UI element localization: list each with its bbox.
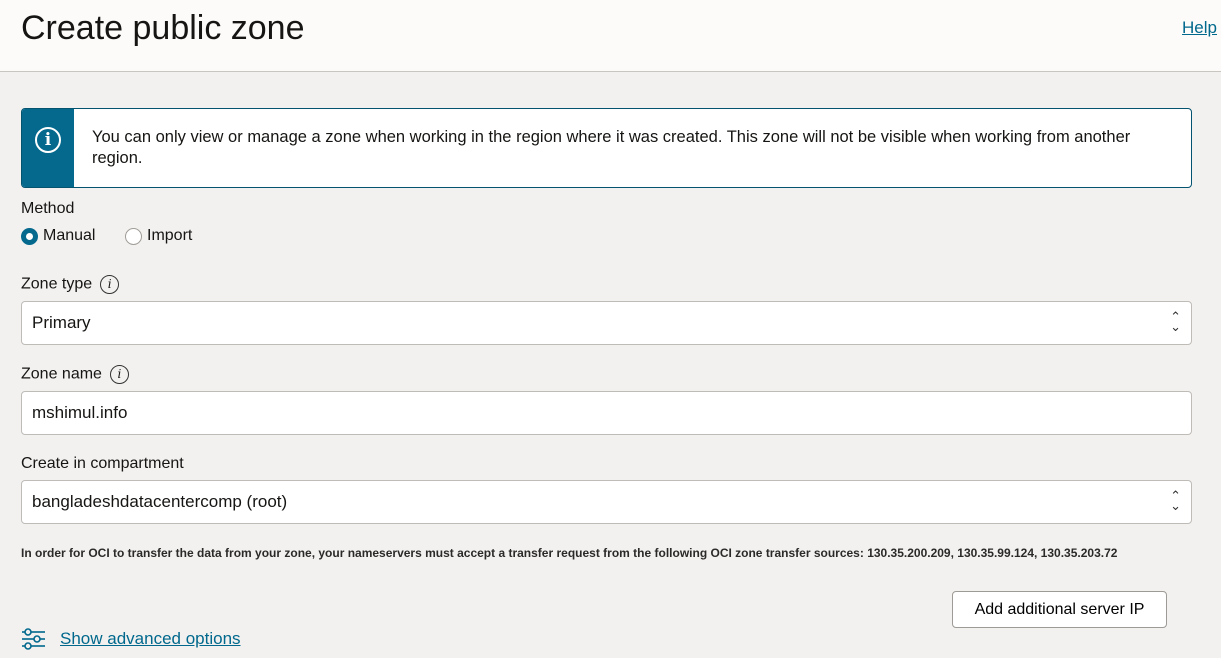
info-banner: i You can only view or manage a zone whe…: [21, 108, 1192, 188]
show-advanced-options-link[interactable]: Show advanced options: [60, 629, 241, 649]
radio-manual-label: Manual: [43, 227, 96, 244]
method-label: Method: [21, 200, 75, 217]
zone-type-value: Primary: [32, 313, 91, 332]
radio-import-label: Import: [147, 227, 193, 244]
radio-manual[interactable]: Manual: [21, 227, 95, 245]
compartment-select[interactable]: bangladeshdatacentercomp (root) ⌃ ⌄: [21, 480, 1192, 524]
chevron-up-down-icon: ⌃ ⌄: [1170, 309, 1181, 334]
zone-name-input[interactable]: mshimul.info: [21, 391, 1192, 435]
radio-selected-icon[interactable]: [21, 227, 38, 245]
advanced-options[interactable]: Show advanced options: [21, 628, 241, 650]
chevron-up-down-icon: ⌃ ⌄: [1170, 488, 1181, 513]
banner-message: You can only view or manage a zone when …: [92, 128, 1131, 167]
info-icon[interactable]: i: [109, 365, 129, 384]
sliders-icon: [22, 628, 45, 650]
zone-type-label: Zone type i: [21, 275, 120, 294]
zone-name-label: Zone name i: [21, 365, 129, 384]
add-server-ip-button[interactable]: Add additional server IP: [952, 591, 1167, 628]
banner-icon-area: i: [22, 109, 74, 187]
zone-type-label-text: Zone type: [21, 275, 93, 293]
transfer-note: In order for OCI to transfer the data fr…: [21, 546, 1118, 560]
page-title: Create public zone: [21, 9, 305, 47]
page-header: Create public zone Help: [0, 0, 1221, 72]
compartment-value: bangladeshdatacentercomp (root): [32, 492, 288, 511]
info-icon[interactable]: i: [100, 275, 120, 294]
compartment-label: Create in compartment: [21, 455, 184, 472]
zone-name-value: mshimul.info: [32, 403, 128, 422]
help-link[interactable]: Help: [1182, 18, 1217, 38]
radio-import[interactable]: Import: [125, 227, 192, 245]
radio-unselected-icon[interactable]: [125, 227, 142, 245]
info-icon: i: [35, 127, 61, 153]
zone-name-label-text: Zone name: [21, 365, 102, 383]
zone-type-select[interactable]: Primary ⌃ ⌄: [21, 301, 1192, 345]
